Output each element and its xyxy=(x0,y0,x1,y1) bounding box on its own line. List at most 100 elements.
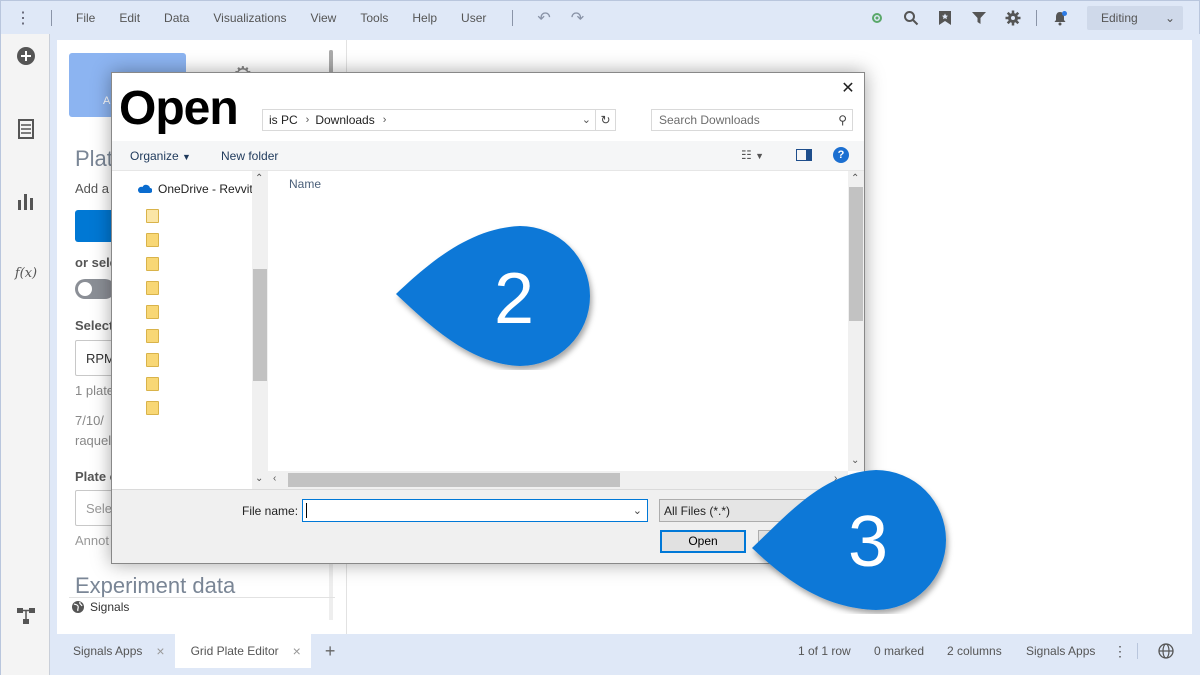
nav-folder-icon[interactable] xyxy=(146,401,159,415)
column-header-name[interactable]: Name xyxy=(289,177,321,191)
menu-view[interactable]: View xyxy=(299,11,349,25)
organize-button[interactable]: Organize ▼ xyxy=(130,149,191,163)
search-icon: ⚲ xyxy=(838,113,847,127)
breadcrumb-chevron-icon[interactable]: › xyxy=(383,114,387,126)
breadcrumb-this-pc[interactable]: is PC xyxy=(269,113,298,127)
menu-data[interactable]: Data xyxy=(152,11,201,25)
bar-chart-icon[interactable] xyxy=(14,189,38,213)
filter-icon[interactable] xyxy=(962,1,996,35)
menu-edit[interactable]: Edit xyxy=(107,11,152,25)
mode-label: Editing xyxy=(1101,11,1138,25)
language-globe-icon[interactable] xyxy=(1158,634,1174,668)
file-vscroll-thumb[interactable] xyxy=(849,187,863,321)
nav-scrollbar[interactable]: ⌃ ⌄ xyxy=(252,171,268,489)
search-downloads-input[interactable]: Search Downloads ⚲ xyxy=(651,109,853,131)
open-button[interactable]: Open xyxy=(660,530,746,553)
file-name-input[interactable]: ⌄ xyxy=(302,499,648,522)
add-circle-icon[interactable] xyxy=(14,44,38,68)
hierarchy-icon[interactable] xyxy=(14,604,38,628)
right-toolbar: Editing ⌄ xyxy=(860,1,1183,35)
menubar: ⋮ File Edit Data Visualizations View Too… xyxy=(0,0,1200,34)
new-folder-button[interactable]: New folder xyxy=(221,149,278,163)
nav-scroll-thumb[interactable] xyxy=(253,269,267,381)
scroll-down-icon[interactable]: ⌄ xyxy=(255,473,263,484)
kebab-menu-icon[interactable]: ⋮ xyxy=(1,8,51,28)
select-label: Select xyxy=(75,318,114,333)
dialog-toolbar: Organize ▼ New folder ☷ ▼ ? xyxy=(112,141,864,171)
nav-folder-icon[interactable] xyxy=(146,233,159,247)
status-columns: 2 columns xyxy=(947,644,1002,658)
callout-2-number: 2 xyxy=(494,259,535,339)
scroll-down-icon[interactable]: ⌄ xyxy=(851,455,859,466)
nav-folder-icon[interactable] xyxy=(146,377,159,391)
change-view-icon[interactable]: ☷ ▼ xyxy=(741,148,764,162)
scroll-left-icon[interactable]: ‹ xyxy=(273,473,276,484)
onedrive-cloud-icon xyxy=(138,184,152,193)
nav-folder-icon[interactable] xyxy=(146,329,159,343)
navigation-pane: OneDrive - Revvity ⌃ ⌄ xyxy=(112,171,268,489)
chevron-down-icon[interactable]: ⌄ xyxy=(582,113,591,126)
chevron-down-icon[interactable]: ⌄ xyxy=(633,504,642,517)
breadcrumb-chevron-icon[interactable]: › xyxy=(306,114,310,126)
sync-gear-icon[interactable] xyxy=(860,1,894,35)
add-text: Add a xyxy=(75,181,109,196)
chevron-down-icon: ⌄ xyxy=(1164,11,1175,25)
status-marked: 0 marked xyxy=(874,644,925,658)
tile-label: A xyxy=(103,95,111,107)
undo-icon[interactable]: ↶ xyxy=(527,8,560,28)
panel-divider xyxy=(69,597,335,598)
bookmark-icon[interactable] xyxy=(928,1,962,35)
menubar-separator xyxy=(1036,10,1037,26)
globe-icon xyxy=(72,601,84,613)
tab-grid-plate-editor[interactable]: Grid Plate Editor × xyxy=(174,634,311,668)
signals-link[interactable]: Signals xyxy=(71,600,129,614)
data-table-icon[interactable] xyxy=(14,117,38,141)
user-text: raquel xyxy=(75,433,112,448)
add-tab-icon[interactable]: + xyxy=(311,641,350,662)
panel-heading: Plat xyxy=(75,146,113,171)
mode-dropdown[interactable]: Editing ⌄ xyxy=(1087,6,1183,30)
tab-signals-apps[interactable]: Signals Apps × xyxy=(57,634,175,668)
file-name-label: File name: xyxy=(242,504,299,518)
menu-file[interactable]: File xyxy=(66,11,107,25)
close-icon[interactable]: × xyxy=(156,643,164,659)
close-icon[interactable]: × xyxy=(293,643,301,659)
preview-pane-icon[interactable] xyxy=(796,149,812,161)
function-fx-icon[interactable]: f(x) xyxy=(14,261,38,285)
file-vertical-scrollbar[interactable]: ⌃ ⌄ xyxy=(848,171,864,471)
menubar-separator xyxy=(512,9,514,26)
menu-visualizations[interactable]: Visualizations xyxy=(201,11,298,25)
notifications-bell-icon[interactable] xyxy=(1043,1,1077,35)
nav-folder-icon[interactable] xyxy=(146,257,159,271)
status-rows: 1 of 1 row xyxy=(798,644,851,658)
nav-linked-folder-icon[interactable] xyxy=(146,209,159,223)
nav-item-onedrive[interactable]: OneDrive - Revvity xyxy=(136,182,259,196)
callout-3-number: 3 xyxy=(848,502,889,582)
close-icon[interactable]: ✕ xyxy=(838,78,858,98)
file-hscroll-thumb[interactable] xyxy=(288,473,620,487)
search-icon[interactable] xyxy=(894,1,928,35)
more-options-icon[interactable]: ⋮ xyxy=(1113,634,1127,668)
chevron-down-icon: ▼ xyxy=(182,152,191,162)
menubar-separator xyxy=(51,9,52,26)
help-icon[interactable]: ? xyxy=(833,147,849,163)
redo-icon[interactable]: ↷ xyxy=(561,8,594,28)
settings-gear-icon[interactable] xyxy=(996,1,1030,35)
nav-folder-icon[interactable] xyxy=(146,353,159,367)
address-bar[interactable]: is PC › Downloads › ⌄ ↻ xyxy=(262,109,616,131)
refresh-icon[interactable]: ↻ xyxy=(595,110,615,130)
experiment-data-heading: Experiment data xyxy=(75,573,236,598)
menu-help[interactable]: Help xyxy=(400,11,449,25)
plate-count-text: 1 plate xyxy=(75,383,115,398)
scroll-up-icon[interactable]: ⌃ xyxy=(851,173,859,184)
breadcrumb-downloads[interactable]: Downloads xyxy=(315,113,374,127)
menu-user[interactable]: User xyxy=(449,11,498,25)
menu-tools[interactable]: Tools xyxy=(348,11,400,25)
plate-placeholder: Sele xyxy=(86,501,113,516)
scroll-up-icon[interactable]: ⌃ xyxy=(255,173,263,184)
select-toggle[interactable] xyxy=(75,279,115,299)
search-placeholder: Search Downloads xyxy=(659,113,760,127)
nav-folder-icon[interactable] xyxy=(146,281,159,295)
tab-label: Signals Apps xyxy=(73,644,143,658)
nav-folder-icon[interactable] xyxy=(146,305,159,319)
